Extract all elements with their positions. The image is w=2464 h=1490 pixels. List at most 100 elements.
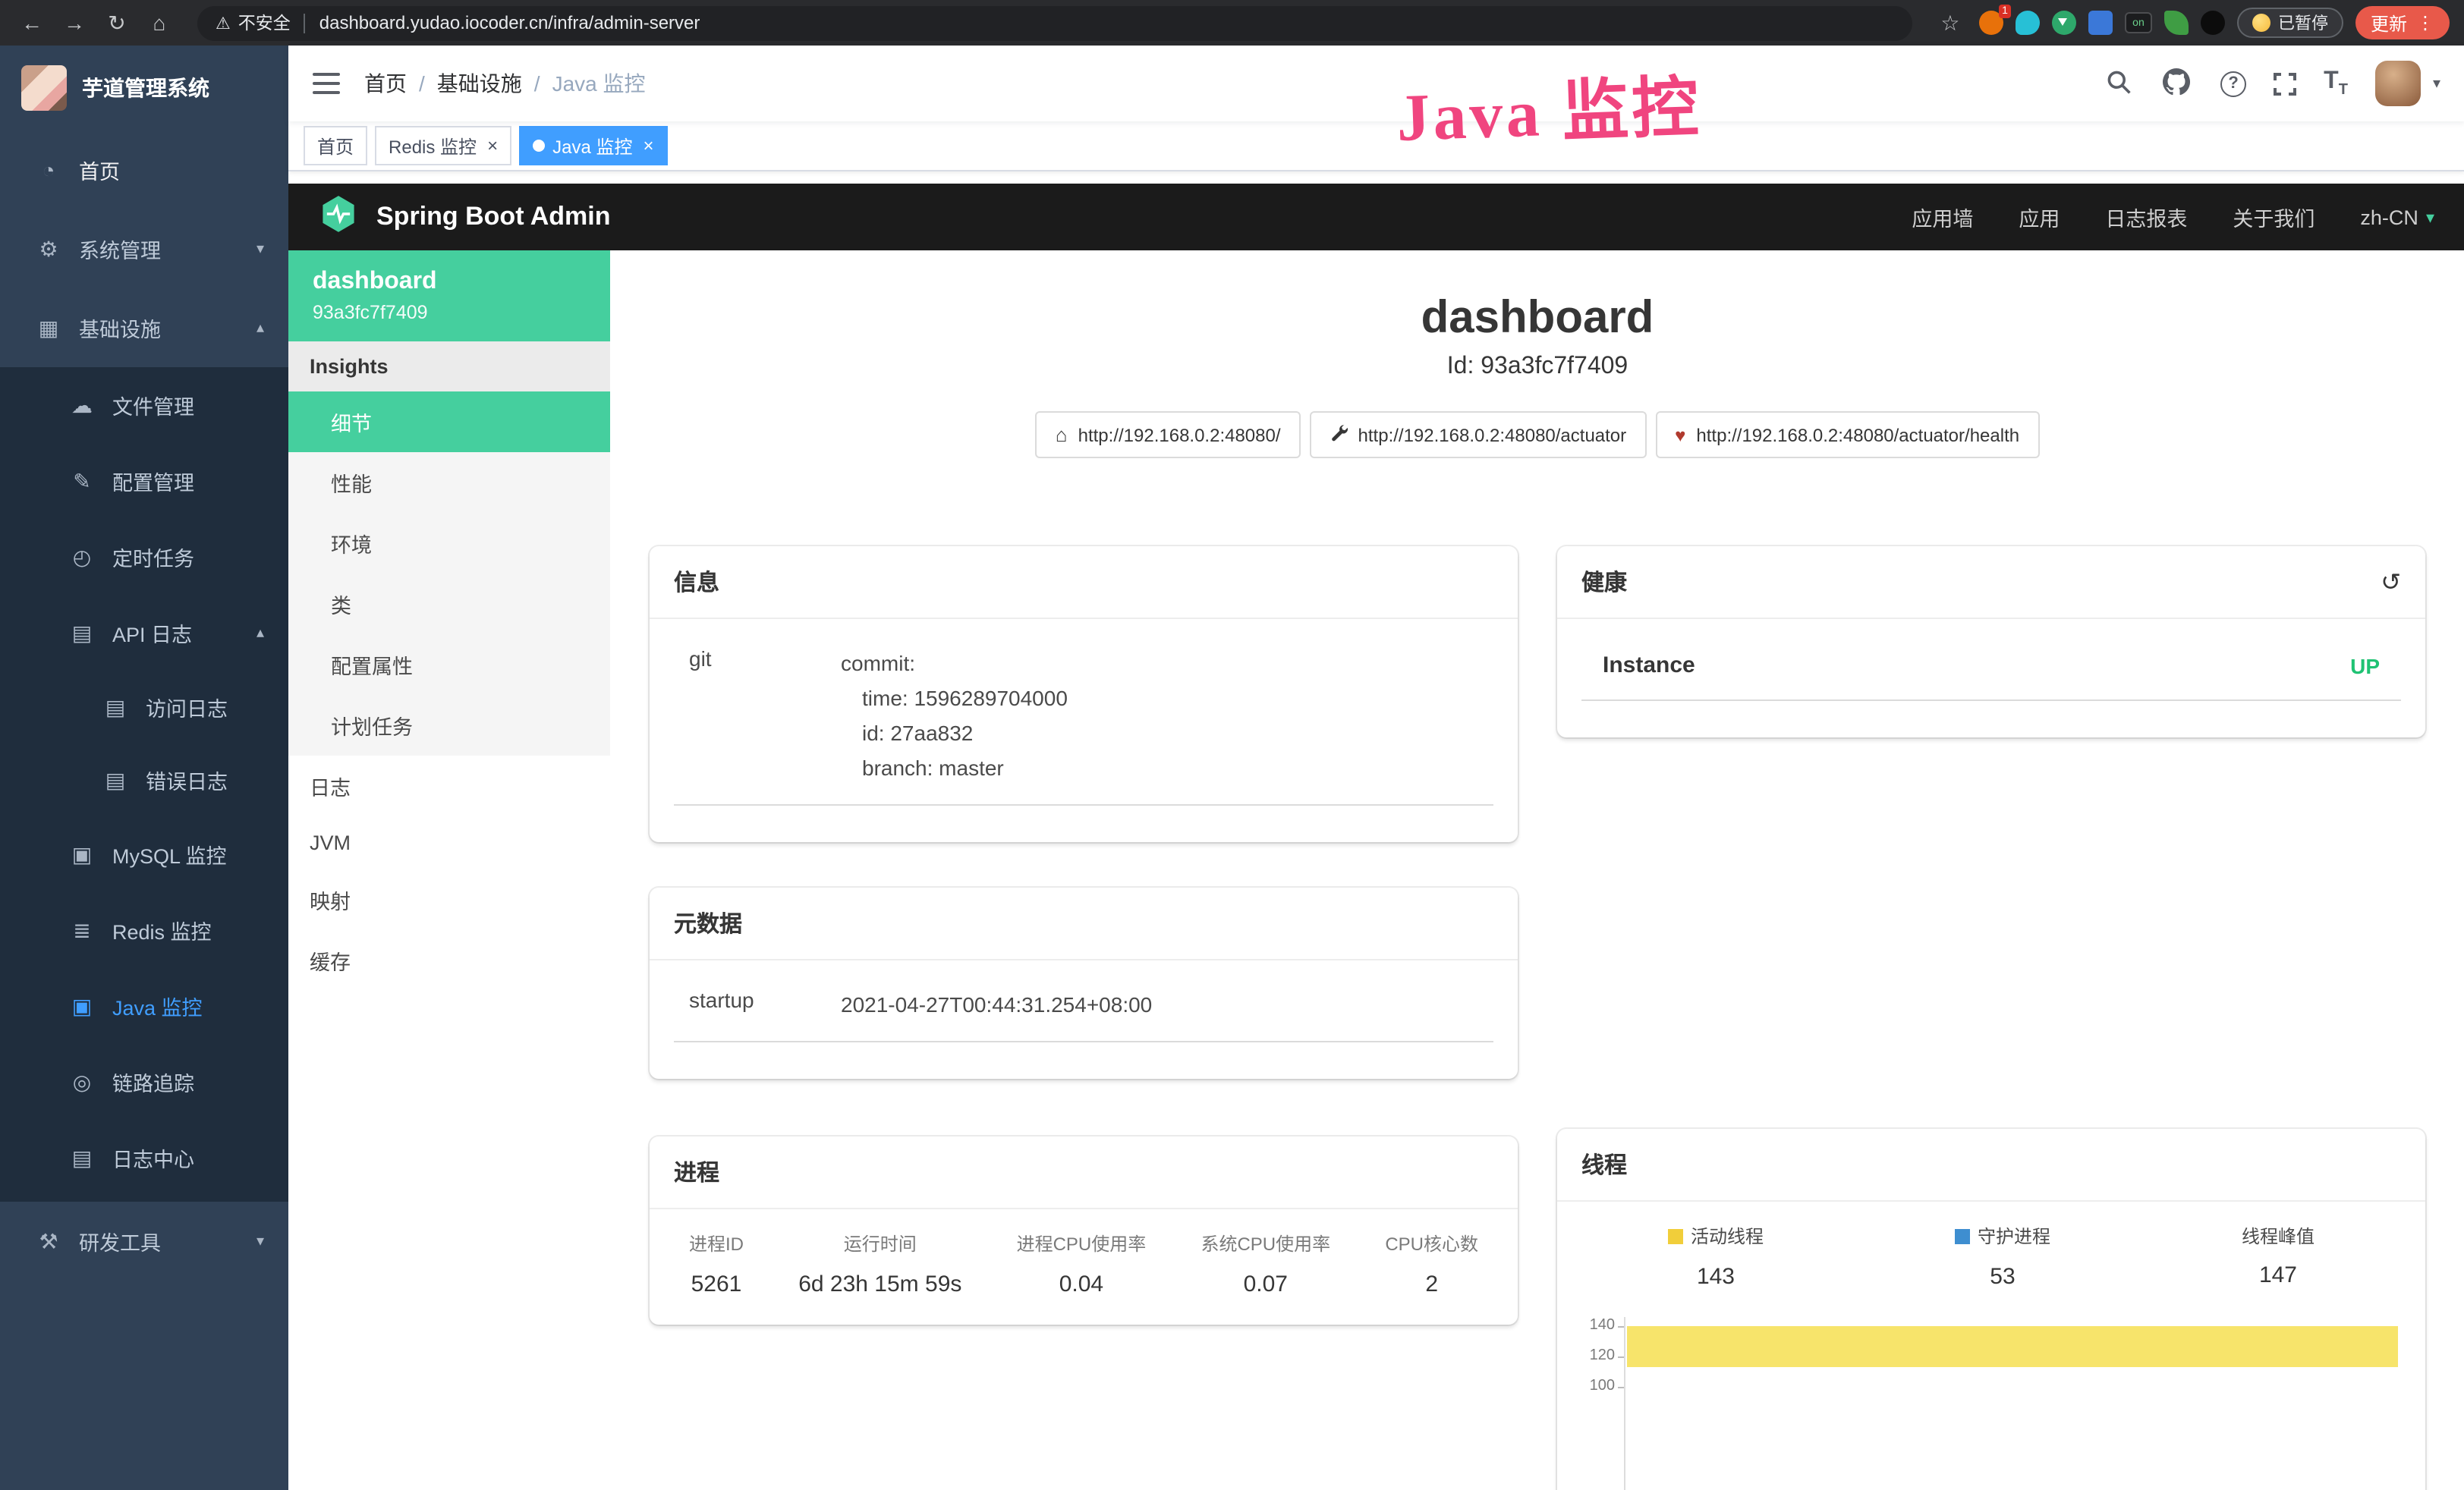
back-icon[interactable] xyxy=(15,6,49,39)
trace-icon xyxy=(70,1069,94,1095)
sidebar-item-mysql-monitor[interactable]: MySQL 监控 xyxy=(0,816,288,892)
sba-item-mappings[interactable]: 映射 xyxy=(288,869,610,930)
emoji-face-icon xyxy=(2252,14,2270,32)
browser-menu-icon[interactable] xyxy=(2416,12,2434,33)
breadcrumb-infrastructure[interactable]: 基础设施 xyxy=(437,68,522,99)
extension-icon-1[interactable]: 1 xyxy=(1979,11,2003,35)
sba-locale-select[interactable]: zh-CN xyxy=(2360,206,2434,228)
paused-label: 已暂停 xyxy=(2278,11,2328,35)
sidebar-item-log-center[interactable]: 日志中心 xyxy=(0,1120,288,1196)
search-icon[interactable] xyxy=(2105,68,2135,99)
actuator-url-link[interactable]: http://192.168.0.2:48080/actuator xyxy=(1310,411,1647,458)
extension-icon-2[interactable] xyxy=(2016,11,2040,35)
info-card: 信息 git commit: time: 1596289704000 id: 2 xyxy=(650,546,1518,843)
health-card-title: 健康 xyxy=(1581,566,1627,598)
sidebar-item-cron-job[interactable]: 定时任务 xyxy=(0,519,288,595)
reload-icon[interactable] xyxy=(100,6,134,39)
sba-item-config-props[interactable]: 配置属性 xyxy=(288,634,610,695)
app-logo xyxy=(21,65,67,111)
app-logo-row[interactable]: 芋道管理系统 xyxy=(0,46,288,130)
info-git-row: git commit: time: 1596289704000 id: 27aa… xyxy=(674,646,1493,806)
sidebar-item-home[interactable]: 首页 xyxy=(0,130,288,209)
bookmark-star-icon[interactable] xyxy=(1934,6,1967,39)
metadata-card: 元数据 startup 2021-04-27T00:44:31.254+08:0… xyxy=(650,888,1518,1080)
redis-icon xyxy=(70,917,94,943)
sidebar-item-file-manage[interactable]: 文件管理 xyxy=(0,367,288,443)
vue-devtools-icon[interactable] xyxy=(2052,11,2076,35)
sidebar-item-trace[interactable]: 链路追踪 xyxy=(0,1044,288,1120)
sba-item-jvm[interactable]: JVM xyxy=(288,816,610,869)
process-card-title: 进程 xyxy=(674,1157,719,1189)
sba-nav: 应用墙 应用 日志报表 关于我们 zh-CN xyxy=(1912,202,2434,232)
hamburger-icon[interactable] xyxy=(313,73,340,94)
app-title: 芋道管理系统 xyxy=(82,73,209,103)
address-bar[interactable]: 不安全 dashboard.yudao.iocoder.cn/infra/adm… xyxy=(197,5,1912,40)
active-dot xyxy=(533,140,545,152)
sba-nav-applications[interactable]: 应用 xyxy=(2019,202,2060,232)
process-uptime: 运行时间 6d 23h 15m 59s xyxy=(798,1231,961,1298)
divider xyxy=(304,13,306,33)
service-url-link[interactable]: http://192.168.0.2:48080/ xyxy=(1036,411,1301,458)
header-actions xyxy=(2105,61,2440,106)
sba-app-header[interactable]: dashboard 93a3fc7f7409 xyxy=(288,250,610,341)
breadcrumb-home[interactable]: 首页 xyxy=(364,68,407,99)
mysql-icon xyxy=(70,841,94,867)
extension-icon-3[interactable] xyxy=(2088,11,2113,35)
avatar-chevron-down-icon[interactable] xyxy=(2433,75,2440,92)
history-icon[interactable] xyxy=(2381,567,2401,597)
sba-nav-journal[interactable]: 日志报表 xyxy=(2105,202,2187,232)
sidebar-item-java-monitor[interactable]: Java 监控 xyxy=(0,968,288,1044)
forward-icon[interactable] xyxy=(58,6,91,39)
font-size-icon[interactable] xyxy=(2324,68,2348,99)
sba-item-details[interactable]: 细节 xyxy=(288,391,610,452)
extension-icon-4[interactable] xyxy=(2201,11,2225,35)
tab-java-monitor[interactable]: Java 监控 × xyxy=(519,126,667,165)
legend-live-threads: 活动线程 143 xyxy=(1668,1223,1764,1289)
sba-item-classes[interactable]: 类 xyxy=(288,574,610,634)
help-icon[interactable] xyxy=(2220,71,2246,96)
cpu-cores: CPU核心数 2 xyxy=(1385,1231,1478,1298)
github-icon[interactable] xyxy=(2163,68,2193,99)
sba-item-metrics[interactable]: 性能 xyxy=(288,452,610,513)
extension-on-icon[interactable]: on xyxy=(2125,12,2152,33)
browser-home-icon[interactable] xyxy=(143,6,176,39)
threads-chart: 140 120 100 xyxy=(1569,1316,2404,1490)
sidebar-item-error-log[interactable]: 错误日志 xyxy=(0,743,288,816)
sba-nav-about[interactable]: 关于我们 xyxy=(2233,202,2315,232)
info-card-title: 信息 xyxy=(674,566,719,598)
close-icon[interactable]: × xyxy=(643,137,653,155)
update-button[interactable]: 更新 xyxy=(2355,6,2450,39)
tab-home[interactable]: 首页 xyxy=(304,126,367,165)
user-avatar[interactable] xyxy=(2375,61,2421,106)
gear-icon xyxy=(36,236,61,262)
fullscreen-icon[interactable] xyxy=(2274,72,2296,95)
sidebar-item-system[interactable]: 系统管理 xyxy=(0,209,288,288)
app-header: 首页 / 基础设施 / Java 监控 xyxy=(288,46,2464,121)
sidebar-item-config-manage[interactable]: 配置管理 xyxy=(0,443,288,519)
sba-item-environment[interactable]: 环境 xyxy=(288,513,610,574)
extension-leaf-icon[interactable] xyxy=(2164,11,2189,35)
sba-item-caches[interactable]: 缓存 xyxy=(288,930,610,991)
breadcrumb: 首页 / 基础设施 / Java 监控 xyxy=(364,68,646,99)
close-icon[interactable]: × xyxy=(487,137,498,155)
sba-item-scheduled-tasks[interactable]: 计划任务 xyxy=(288,695,610,756)
sidebar-item-dev-tools[interactable]: 研发工具 xyxy=(0,1202,288,1281)
infrastructure-icon xyxy=(36,315,61,341)
sidebar-item-access-log[interactable]: 访问日志 xyxy=(0,671,288,743)
chevron-down-icon xyxy=(256,1233,264,1250)
home-icon xyxy=(1056,423,1068,446)
paused-badge[interactable]: 已暂停 xyxy=(2237,8,2343,38)
tab-redis-monitor[interactable]: Redis 监控 × xyxy=(375,126,511,165)
sba-nav-wallboard[interactable]: 应用墙 xyxy=(1912,202,1973,232)
sidebar-item-infrastructure[interactable]: 基础设施 xyxy=(0,288,288,367)
sidebar-item-redis-monitor[interactable]: Redis 监控 xyxy=(0,892,288,968)
pencil-icon xyxy=(70,468,94,494)
health-url-link[interactable]: http://192.168.0.2:48080/actuator/health xyxy=(1655,411,2039,458)
browser-toolbar: 不安全 dashboard.yudao.iocoder.cn/infra/adm… xyxy=(0,0,2464,46)
log-center-icon xyxy=(70,1145,94,1171)
cloud-icon xyxy=(70,392,94,418)
sba-item-logs[interactable]: 日志 xyxy=(288,756,610,816)
legend-daemon-threads: 守护进程 53 xyxy=(1955,1223,2050,1289)
sidebar-item-api-log[interactable]: API 日志 xyxy=(0,595,288,671)
warning-icon xyxy=(216,13,231,33)
